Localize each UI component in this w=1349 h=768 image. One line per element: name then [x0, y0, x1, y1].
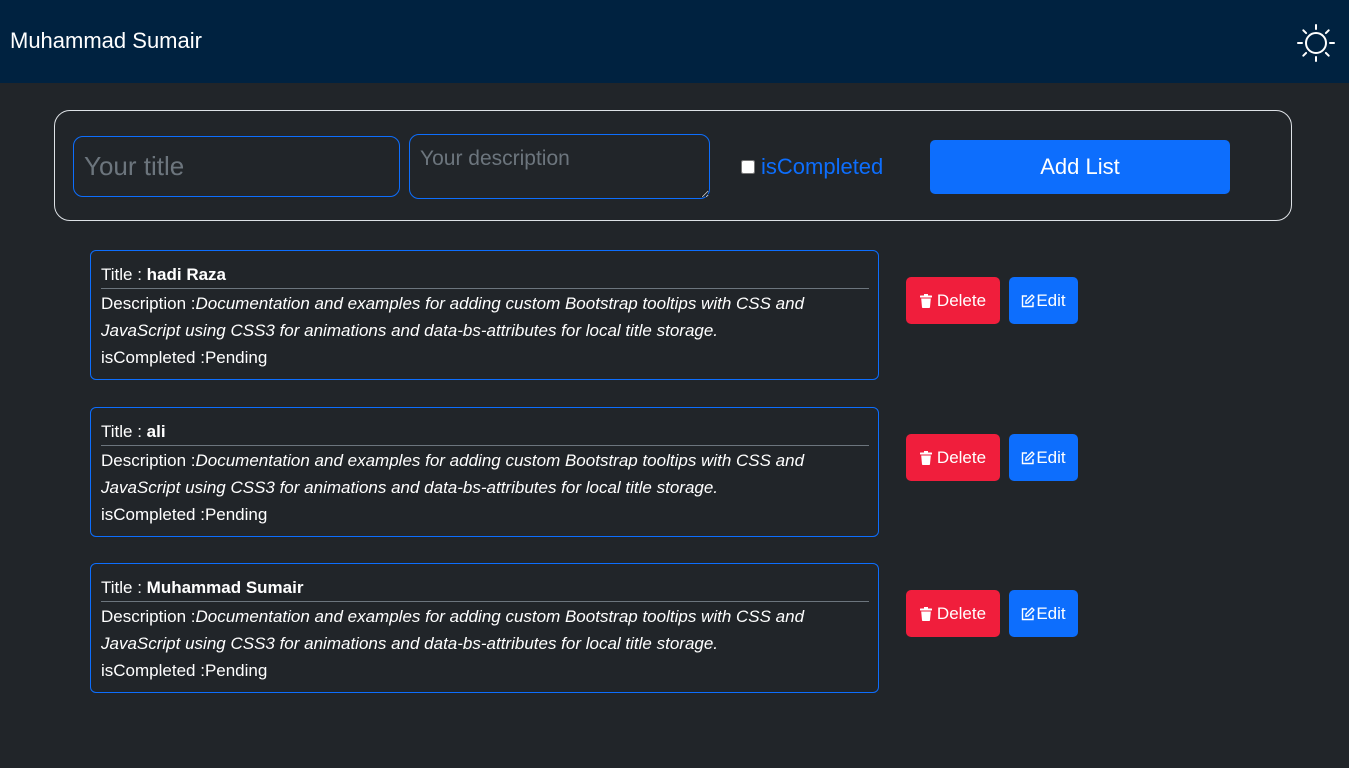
sun-icon[interactable]	[1296, 23, 1336, 63]
task-description-row: Description :Documentation and examples …	[101, 447, 861, 501]
trash-icon	[919, 450, 932, 465]
task-card: Title : Muhammad Sumair Description :Doc…	[90, 563, 879, 693]
task-status-row: isCompleted :Pending	[101, 657, 267, 684]
navbar: Muhammad Sumair	[0, 0, 1349, 83]
is-completed-label[interactable]: isCompleted	[761, 154, 883, 180]
brand-name[interactable]: Muhammad Sumair	[10, 28, 202, 54]
task-status-label: isCompleted :	[101, 505, 205, 524]
delete-button[interactable]: Delete	[906, 590, 1000, 637]
task-status: Pending	[204, 505, 268, 524]
task-status-row: isCompleted :Pending	[101, 501, 267, 528]
task-title-row: Title : hadi Raza	[101, 264, 869, 289]
task-description-label: Description :	[101, 607, 196, 626]
pencil-square-icon	[1021, 450, 1035, 465]
task-description: Documentation and examples for adding cu…	[101, 451, 805, 497]
task-card: Title : hadi Raza Description :Documenta…	[90, 250, 879, 380]
task-title-row: Title : ali	[101, 421, 869, 446]
task-title-label: Title :	[101, 422, 147, 441]
task-description-row: Description :Documentation and examples …	[101, 290, 861, 344]
task-status-label: isCompleted :	[101, 348, 205, 367]
task-description-label: Description :	[101, 451, 196, 470]
task-description: Documentation and examples for adding cu…	[101, 607, 805, 653]
edit-button[interactable]: Edit	[1009, 277, 1078, 324]
delete-label: Delete	[936, 447, 987, 467]
task-title: hadi Raza	[146, 265, 227, 284]
delete-label: Delete	[936, 603, 987, 623]
task-status-label: isCompleted :	[101, 661, 205, 680]
task-description-label: Description :	[101, 294, 196, 313]
edit-button[interactable]: Edit	[1009, 434, 1078, 481]
description-input[interactable]	[409, 134, 710, 199]
pencil-square-icon	[1021, 606, 1035, 621]
edit-label: Edit	[1036, 447, 1066, 467]
trash-icon	[919, 606, 932, 621]
task-card: Title : ali Description :Documentation a…	[90, 407, 879, 537]
task-status: Pending	[204, 661, 268, 680]
title-input[interactable]	[73, 136, 400, 197]
edit-label: Edit	[1036, 603, 1066, 623]
is-completed-checkbox[interactable]	[741, 160, 755, 174]
task-title-row: Title : Muhammad Sumair	[101, 577, 869, 602]
delete-label: Delete	[936, 290, 987, 310]
task-title: Muhammad Sumair	[146, 578, 304, 597]
delete-button[interactable]: Delete	[906, 277, 1000, 324]
task-status: Pending	[204, 348, 268, 367]
task-status-row: isCompleted :Pending	[101, 344, 267, 371]
task-description-row: Description :Documentation and examples …	[101, 603, 861, 657]
add-list-button[interactable]: Add List	[930, 140, 1230, 194]
task-description: Documentation and examples for adding cu…	[101, 294, 805, 340]
edit-label: Edit	[1036, 290, 1066, 310]
task-title: ali	[146, 422, 166, 441]
pencil-square-icon	[1021, 293, 1035, 308]
task-title-label: Title :	[101, 265, 147, 284]
trash-icon	[919, 293, 932, 308]
task-title-label: Title :	[101, 578, 147, 597]
delete-button[interactable]: Delete	[906, 434, 1000, 481]
edit-button[interactable]: Edit	[1009, 590, 1078, 637]
